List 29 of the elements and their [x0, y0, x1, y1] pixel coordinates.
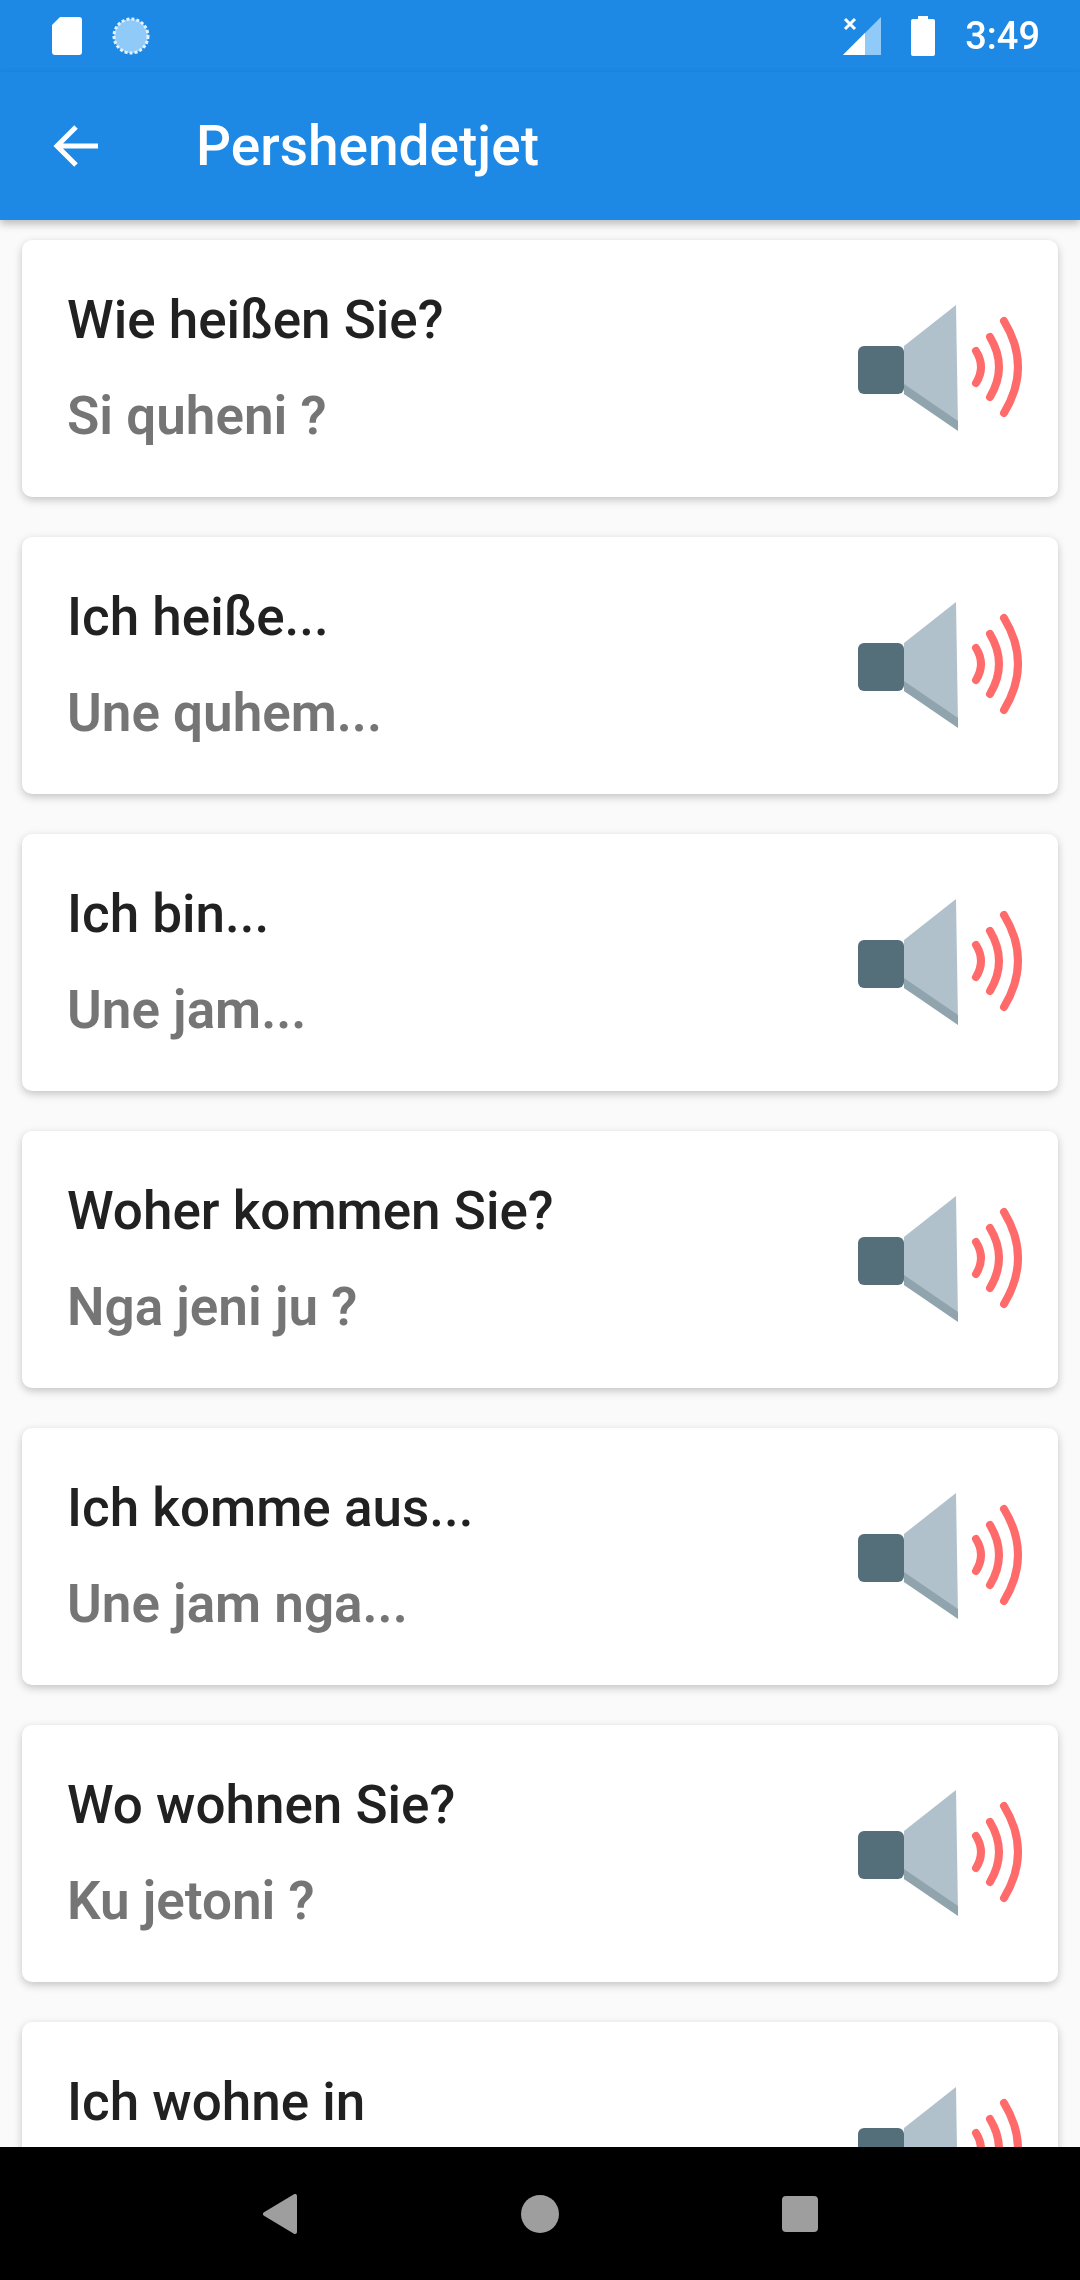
phrase-card[interactable]: Ich wohne in — [22, 2022, 1058, 2147]
signal-icon — [843, 17, 882, 55]
phrase-translation: Nga jeni ju ? — [67, 1275, 359, 1339]
phrase-text: Ich komme aus... — [67, 1478, 475, 1538]
phrase-translation: Si quheni ? — [67, 384, 328, 448]
phrase-text: Ich heiße... — [67, 587, 330, 647]
recents-nav-icon[interactable] — [782, 2195, 819, 2232]
phrase-text: Ich bin... — [67, 884, 271, 944]
home-nav-icon[interactable] — [521, 2194, 559, 2233]
phrase-card[interactable]: Ich heiße... Une quhem... — [22, 537, 1058, 794]
phrase-text: Ich wohne in — [67, 2072, 367, 2132]
loading-icon — [112, 17, 150, 55]
phrase-translation: Une quhem... — [67, 681, 383, 745]
phrase-translation: Ku jetoni ? — [67, 1869, 316, 1933]
phrase-card[interactable]: Woher kommen Sie? Nga jeni ju ? — [22, 1131, 1058, 1388]
back-nav-icon[interactable] — [261, 2193, 298, 2234]
phrase-card[interactable]: Ich bin... Une jam... — [22, 834, 1058, 1091]
phrase-card[interactable]: Ich komme aus... Une jam nga... — [22, 1428, 1058, 1685]
phrase-translation: Une jam nga... — [67, 1572, 409, 1636]
phrase-translation: Une jam... — [67, 978, 308, 1042]
phrase-card[interactable]: Wie heißen Sie? Si quheni ? — [22, 240, 1058, 497]
phrase-card[interactable]: Wo wohnen Sie? Ku jetoni ? — [22, 1725, 1058, 1982]
sd-card-icon — [52, 17, 82, 55]
phrase-text: Wo wohnen Sie? — [67, 1775, 457, 1835]
phrase-text: Wie heißen Sie? — [67, 290, 445, 350]
status-time: 3:49 — [965, 14, 1040, 58]
battery-icon — [911, 16, 936, 56]
phrase-text: Woher kommen Sie? — [67, 1181, 555, 1241]
screen-title: Pershendetjet — [196, 114, 539, 178]
